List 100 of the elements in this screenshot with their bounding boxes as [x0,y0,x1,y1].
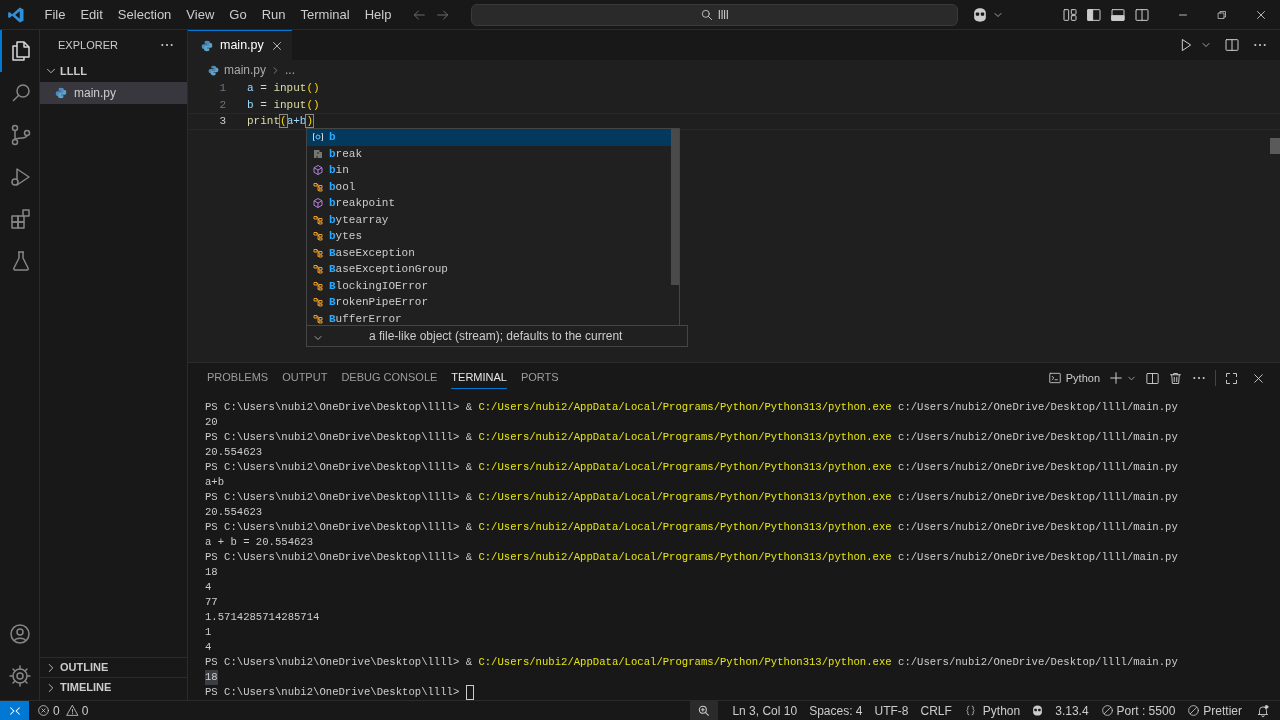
panel-tab[interactable]: OUTPUT [282,366,328,390]
warning-icon [65,704,79,717]
suggestion-item[interactable]: break [307,145,671,162]
suggestion-item[interactable]: breakpoint [307,195,671,212]
menu-item[interactable]: View [178,4,222,25]
line-number: 1 [218,81,226,96]
line-number: 2 [218,97,226,113]
bell-icon[interactable] [1256,703,1270,718]
remote-button[interactable] [0,701,29,720]
terminal-prompt: PS C:\Users\nubi2\OneDrive\Desktop\llll> & [205,430,472,445]
terminal-argument: c:/Users/nubi2/OneDrive/Desktop/llll/main.py [898,490,1178,505]
terminal-output: 4 [205,640,212,655]
python-file-icon [207,63,220,77]
suggestion-item[interactable]: BlockingIOError [307,277,671,294]
restore-icon[interactable] [1216,8,1228,21]
terminal-argument: c:/Users/nubi2/OneDrive/Desktop/llll/main.py [898,655,1178,670]
search-icon [700,7,715,22]
breadcrumb-item[interactable]: ... [285,61,296,79]
scrollbar-thumb[interactable] [1270,138,1280,154]
terminal-command: C:/Users/nubi2/AppData/Local/Programs/Python/Python313/python.exe [478,400,892,415]
status-item[interactable]: Prettier [1200,701,1248,720]
status-item[interactable]: CRLF [914,701,958,720]
section-header[interactable]: OUTLINE [40,657,187,677]
status-item[interactable]: 3.13.4 [1049,701,1095,720]
line-number: 3 [218,114,226,129]
menu-item[interactable]: Edit [72,4,111,25]
split-editor-icon[interactable] [1224,37,1240,53]
suggestion-item[interactable]: bin [307,162,671,179]
terminal-name[interactable]: Python [1065,369,1100,387]
suggestion-item[interactable]: BaseExceptionGroup [307,261,671,278]
menu-item[interactable]: Help [357,4,399,25]
terminal-prompt: PS C:\Users\nubi2\OneDrive\Desktop\llll> & [205,490,472,505]
menu-item[interactable]: Go [221,4,255,25]
section-title: OUTLINE [60,660,109,676]
terminal-icon [1047,371,1062,385]
run-debug-icon [8,165,33,189]
section-header[interactable]: TIMELINE [40,677,187,697]
suggestion-item[interactable]: bool [307,178,671,195]
panel-tab[interactable]: PORTS [520,366,559,390]
menu-item[interactable]: Selection [110,4,179,25]
suggestion-label: breakpoint [329,196,396,211]
terminal-output: a+b [205,475,225,490]
status-item[interactable]: UTF-8 [868,701,915,720]
code-line: b = input() [247,97,320,113]
suggestion-item[interactable]: bytearray [307,211,671,228]
menu-item[interactable]: Terminal [293,4,358,25]
tree-item[interactable]: main.py [40,82,187,104]
blocked-icon [1100,704,1114,717]
zoom-icon [697,703,712,718]
suggestion-label: BufferError [329,311,402,325]
zoom-button[interactable] [690,701,719,720]
menu-item[interactable]: Run [254,4,293,25]
terminal-output: 1 [205,625,212,640]
language-mode[interactable]: Python [976,701,1027,720]
terminal-prompt: PS C:\Users\nubi2\OneDrive\Desktop\llll> & [205,460,472,475]
trash-icon[interactable] [1168,370,1183,386]
status-item[interactable]: Ln 3, Col 10 [726,701,804,720]
terminal-output: 20.554623 [205,445,263,460]
status-item[interactable]: Port : 5500 [1113,701,1182,720]
sidebar-toggle-icon[interactable] [1086,6,1102,23]
menu-item[interactable]: File [37,4,73,25]
terminal-prompt: PS C:\Users\nubi2\OneDrive\Desktop\llll> [205,685,460,700]
documentation-text: a file-like object (stream); defaults to the current [369,328,623,345]
layout-icon[interactable] [1062,6,1078,23]
file-name: main.py [74,85,117,102]
status-item[interactable]: Spaces: 4 [803,701,869,720]
class-icon [312,279,324,292]
suggestion-item[interactable]: BufferError [307,310,671,325]
suggestion-item[interactable]: BaseException [307,244,671,261]
command-center-search[interactable]: llll [470,3,958,26]
folder-item[interactable]: LLLL [40,60,187,82]
panel-toggle-icon[interactable] [1110,6,1126,23]
section-title: TIMELINE [60,680,112,696]
suggestion-label: b [329,130,336,145]
python-file-icon [200,38,214,53]
terminal-output: 4 [205,580,212,595]
settings-icon[interactable] [7,664,32,688]
split-layout-icon[interactable] [1134,6,1150,23]
plus-icon[interactable] [1108,370,1124,386]
suggestion-item[interactable]: BrokenPipeError [307,294,671,311]
suggestion-item[interactable]: bytes [307,228,671,245]
maximize-icon[interactable] [1224,370,1239,386]
suggestion-label: BaseExceptionGroup [329,262,448,277]
terminal-argument: c:/Users/nubi2/OneDrive/Desktop/llll/main.py [898,400,1178,415]
panel-tab[interactable]: PROBLEMS [207,366,269,390]
error-count[interactable]: 0 [53,701,60,720]
panel-tab[interactable]: DEBUG CONSOLE [341,366,438,390]
warning-count[interactable]: 0 [81,701,89,720]
terminal-output: 18 [205,565,218,580]
panel-tab[interactable]: TERMINAL [451,366,507,390]
suggestion-item[interactable]: b [307,129,671,146]
suggestion-label: bytes [329,229,362,244]
class-icon [312,230,324,243]
account-icon[interactable] [7,622,32,646]
scrollbar-thumb[interactable] [671,129,679,285]
split-terminal-icon[interactable] [1145,370,1160,386]
editor-tab[interactable]: main.py [188,30,292,60]
terminal-command: C:/Users/nubi2/AppData/Local/Programs/Python/Python313/python.exe [478,520,892,535]
terminal-argument: c:/Users/nubi2/OneDrive/Desktop/llll/main.py [898,460,1178,475]
breadcrumb-item[interactable]: main.py [224,61,267,79]
